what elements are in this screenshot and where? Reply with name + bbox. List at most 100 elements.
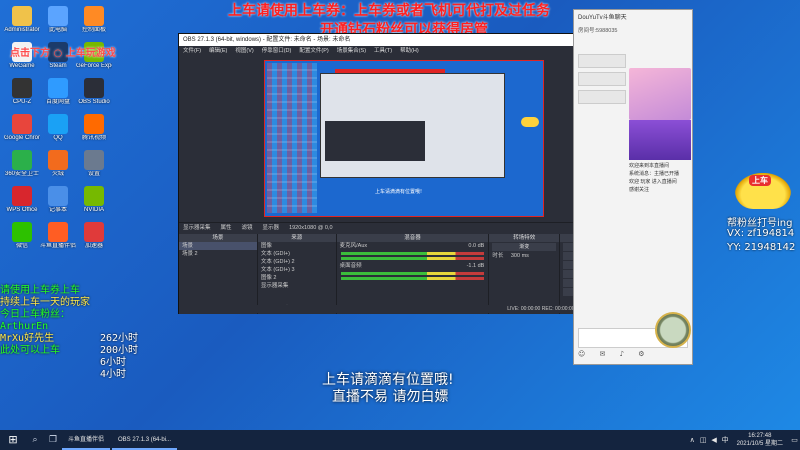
task-view-icon[interactable]: ❐ <box>44 430 62 450</box>
desktop-icon-label: 360安全卫士 <box>4 171 39 177</box>
desktop-icon[interactable]: 此电脑 <box>40 4 76 40</box>
desktop-icon-label: Administrator <box>4 27 40 33</box>
car-logo: 上车 <box>735 173 791 209</box>
desktop-icon[interactable]: 百度网盘 <box>40 76 76 112</box>
transition-select[interactable]: 渐变 <box>492 243 557 251</box>
desktop-icon[interactable]: OBS Studio <box>76 76 112 112</box>
chat-side-button[interactable] <box>578 54 626 68</box>
streamer-avatar <box>629 68 691 120</box>
source-item[interactable]: 文本 (GDI+) <box>258 250 336 258</box>
menu-item[interactable]: 停靠窗口(D) <box>262 48 292 54</box>
duration-value[interactable]: 300 ms <box>511 253 529 259</box>
scenes-title: 场景 <box>179 234 257 242</box>
menu-item[interactable]: 配置文件(P) <box>299 48 328 54</box>
obs-menubar[interactable]: 文件(F) 编辑(E) 视图(V) 停靠窗口(D) 配置文件(P) 场景集合(S) 工具(T… <box>179 46 628 56</box>
desktop-icon[interactable]: 记事本 <box>40 184 76 220</box>
desktop-icon[interactable]: 加速器 <box>76 220 112 256</box>
scene-item[interactable]: 场景 2 <box>179 250 257 258</box>
clock[interactable]: 16:27:48 2021/10/5 星期二 <box>731 432 789 448</box>
chat-side-button[interactable] <box>578 90 626 104</box>
menu-item[interactable]: 文件(F) <box>183 48 201 54</box>
preview-text: 上车请滴滴有位置哦! <box>375 189 423 195</box>
app-icon <box>12 150 32 170</box>
mixer-title: 混音器 <box>336 234 489 242</box>
source-item[interactable]: 图像 2 <box>258 274 336 282</box>
car-logo-label: 上车 <box>749 175 771 186</box>
promo-banner[interactable] <box>629 120 691 160</box>
desktop-icon-label: WPS Office <box>6 207 38 213</box>
desktop-icon-label: GeForce Experience <box>76 63 112 69</box>
mic-volume-slider[interactable] <box>340 257 485 260</box>
source-item[interactable]: 显示器采集 <box>258 282 336 290</box>
chat-title: DouYuTv斗鱼聊天 <box>578 15 627 21</box>
desktop-icon[interactable]: 火绒 <box>40 148 76 184</box>
mic-meter <box>340 252 485 255</box>
start-button[interactable]: ⊞ <box>0 430 26 450</box>
obs-titlebar[interactable]: OBS 27.1.3 (64-bit, windows) - 配置文件: 未命名… <box>179 34 628 46</box>
desktop-icon[interactable]: Administrator <box>4 4 40 40</box>
desktop-icon-label: 微信 <box>15 243 28 249</box>
mixer-channel-mic: 麦克风/Aux 0.0 dB <box>337 242 489 250</box>
transition-duration: 时长 300 ms <box>489 252 559 260</box>
search-icon[interactable]: ⌕ <box>26 430 44 450</box>
taskbar-app-douyu[interactable]: 斗鱼直播伴侣 <box>62 430 111 450</box>
notification-icon[interactable]: ▭ <box>789 436 800 444</box>
app-icon <box>48 6 68 26</box>
chevron-up-icon[interactable]: ∧ <box>687 436 698 444</box>
obs-statusbar: LIVE: 00:00:00 REC: 00:00:00 CPU: 1.2%, … <box>179 305 630 313</box>
menu-item[interactable]: 帮助(H) <box>400 48 419 54</box>
obs-window[interactable]: OBS 27.1.3 (64-bit, windows) - 配置文件: 未命名… <box>178 33 630 314</box>
desktop-icon[interactable]: 设置 <box>76 148 112 184</box>
menu-item[interactable]: 编辑(E) <box>209 48 227 54</box>
ime-indicator[interactable]: 中 <box>720 435 731 445</box>
network-icon[interactable]: ◫ <box>698 436 709 444</box>
desktop-icon-label: OBS Studio <box>78 99 110 105</box>
source-item[interactable]: 图像 <box>258 242 336 250</box>
obs-preview[interactable]: 上车请滴滴有位置哦! <box>264 60 544 217</box>
hours-line: 4小时 <box>100 369 127 380</box>
app-icon <box>48 150 68 170</box>
menu-item[interactable]: 场景集合(S) <box>337 48 366 54</box>
chat-side-button[interactable] <box>578 72 626 86</box>
source-toolbar-item[interactable]: 滤镜 <box>242 225 253 231</box>
desktop-icon[interactable]: CPU-Z <box>4 76 40 112</box>
fan-info-line1: 帮粉丝打号ing <box>727 218 793 229</box>
desktop-icon-label: 此电脑 <box>48 27 67 33</box>
system-tray: ∧ ◫ ◀ 中 16:27:48 2021/10/5 星期二 ▭ <box>687 430 800 450</box>
desktop-volume-slider[interactable] <box>340 277 485 280</box>
chat-toolbar[interactable]: ☺ ✉ ♪ ⚙ <box>578 350 688 360</box>
app-icon <box>84 78 104 98</box>
taskbar-app-obs[interactable]: OBS 27.1.3 (64-bi... <box>112 430 178 450</box>
hours-line: 6小时 <box>100 357 127 368</box>
source-item[interactable]: 文本 (GDI+) 3 <box>258 266 336 274</box>
fan-info-vx: VX: zf194814 <box>727 228 795 239</box>
desktop-icon-label: QQ <box>53 135 63 141</box>
desktop-icon[interactable]: 360安全卫士 <box>4 148 40 184</box>
desktop-icon[interactable]: 腾讯视频 <box>76 112 112 148</box>
desktop-icon[interactable]: 斗鱼直播伴侣 <box>40 220 76 256</box>
source-toolbar[interactable]: 显示器采集 属性 滤镜 显示器 1920x1080 @ 0,0 <box>179 222 630 233</box>
source-toolbar-item[interactable]: 显示器 <box>263 225 280 231</box>
source-item[interactable]: 文本 (GDI+) 2 <box>258 258 336 266</box>
fan-info-yy: YY: 21948142 <box>727 242 796 253</box>
desktop-icon[interactable]: 控制面板 <box>76 4 112 40</box>
desktop-icon[interactable]: 微信 <box>4 220 40 256</box>
desktop-icon-label: CPU-Z <box>12 99 32 105</box>
desktop-icon[interactable]: WPS Office <box>4 184 40 220</box>
preview-desktop-icons <box>267 63 317 213</box>
desktop-icon[interactable]: Google Chrome <box>4 112 40 148</box>
desktop-icon-label: 控制面板 <box>81 27 106 33</box>
desktop-icon[interactable]: NVIDIA <box>76 184 112 220</box>
desktop-icon[interactable]: QQ <box>40 112 76 148</box>
app-icon <box>12 6 32 26</box>
source-toolbar-item: 1920x1080 @ 0,0 <box>289 225 333 231</box>
source-toolbar-item[interactable]: 属性 <box>221 225 232 231</box>
menu-item[interactable]: 视图(V) <box>235 48 253 54</box>
app-icon <box>84 114 104 134</box>
left-overlay-line: 请使用上车券上车 <box>0 285 80 296</box>
menu-item[interactable]: 工具(T) <box>374 48 392 54</box>
source-toolbar-item[interactable]: 显示器采集 <box>183 225 211 231</box>
volume-icon[interactable]: ◀ <box>709 436 720 444</box>
scene-item[interactable]: 场景 <box>179 242 257 250</box>
app-icon <box>84 6 104 26</box>
